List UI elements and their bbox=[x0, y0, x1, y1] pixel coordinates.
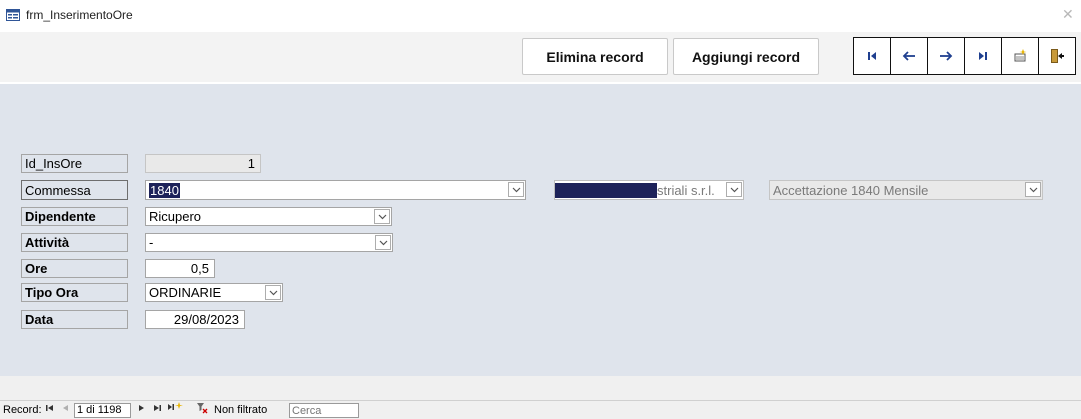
dipendente-combo[interactable]: Ricupero bbox=[145, 207, 392, 226]
chevron-down-icon bbox=[378, 214, 386, 219]
commessa-value: 1840 bbox=[149, 182, 180, 198]
attivita-value: - bbox=[149, 235, 154, 250]
dipendente-label: Dipendente bbox=[21, 207, 128, 226]
window-title: frm_InserimentoOre bbox=[26, 8, 133, 22]
tipo-ora-label: Tipo Ora bbox=[21, 283, 128, 302]
tipo-ora-value: ORDINARIE bbox=[149, 285, 222, 300]
record-navigation-bar: Record: 1 di 1198 Non filtrato bbox=[0, 400, 1081, 419]
cliente-combo[interactable]: striali s.r.l. bbox=[554, 180, 744, 200]
current-record-field[interactable]: 1 di 1198 bbox=[74, 403, 131, 418]
commessa-label: Commessa bbox=[21, 180, 128, 200]
previous-record-icon bbox=[902, 51, 915, 61]
form-icon bbox=[6, 9, 20, 21]
commessa-dropdown-button[interactable] bbox=[508, 182, 524, 197]
next-record-icon[interactable] bbox=[138, 403, 145, 416]
record-navigation bbox=[853, 37, 1076, 75]
dipendente-value: Ricupero bbox=[149, 209, 202, 224]
first-record-icon[interactable] bbox=[45, 403, 54, 416]
chevron-down-icon bbox=[1029, 187, 1037, 192]
dipendente-dropdown-button[interactable] bbox=[374, 209, 390, 224]
last-record-button[interactable] bbox=[965, 38, 1002, 74]
ore-label: Ore bbox=[21, 259, 128, 278]
exit-button[interactable] bbox=[1039, 38, 1075, 74]
descrizione-value: Accettazione 1840 Mensile bbox=[773, 182, 929, 198]
tipo-ora-dropdown-button[interactable] bbox=[265, 285, 281, 300]
add-record-button[interactable]: Aggiungi record bbox=[673, 38, 819, 75]
new-record-button[interactable] bbox=[1002, 38, 1039, 74]
cliente-value: striali s.r.l. bbox=[657, 182, 715, 198]
title-bar bbox=[0, 0, 1081, 32]
attivita-label: Attività bbox=[21, 233, 128, 252]
record-label: Record: bbox=[3, 404, 42, 416]
exit-icon bbox=[1051, 49, 1064, 63]
id-field: 1 bbox=[145, 154, 261, 173]
new-record-icon bbox=[1014, 49, 1027, 62]
ore-field[interactable]: 0,5 bbox=[145, 259, 215, 278]
delete-record-button[interactable]: Elimina record bbox=[522, 38, 668, 75]
new-record-icon[interactable] bbox=[167, 402, 183, 417]
first-record-button[interactable] bbox=[854, 38, 891, 74]
descrizione-dropdown-button[interactable] bbox=[1025, 182, 1041, 197]
previous-record-button[interactable] bbox=[891, 38, 928, 74]
next-record-icon bbox=[940, 51, 953, 61]
data-label: Data bbox=[21, 310, 128, 329]
commessa-combo[interactable]: 1840 bbox=[145, 180, 526, 200]
chevron-down-icon bbox=[512, 187, 520, 192]
previous-record-icon[interactable] bbox=[62, 403, 69, 416]
redacted-block bbox=[555, 182, 657, 198]
chevron-down-icon bbox=[730, 187, 738, 192]
form-detail bbox=[0, 84, 1081, 376]
chevron-down-icon bbox=[269, 290, 277, 295]
form-footer bbox=[0, 376, 1081, 400]
last-record-icon[interactable] bbox=[153, 403, 162, 416]
search-input[interactable] bbox=[289, 403, 359, 418]
tipo-ora-combo[interactable]: ORDINARIE bbox=[145, 283, 283, 302]
last-record-icon bbox=[979, 52, 987, 60]
close-icon[interactable]: ✕ bbox=[1062, 6, 1074, 23]
filter-icon bbox=[197, 403, 208, 417]
attivita-combo[interactable]: - bbox=[145, 233, 393, 252]
descrizione-combo[interactable]: Accettazione 1840 Mensile bbox=[769, 180, 1043, 200]
attivita-dropdown-button[interactable] bbox=[375, 235, 391, 250]
filter-status[interactable]: Non filtrato bbox=[214, 404, 267, 416]
id-label: Id_InsOre bbox=[21, 154, 128, 173]
cliente-dropdown-button[interactable] bbox=[726, 182, 742, 197]
first-record-icon bbox=[868, 52, 876, 60]
data-field[interactable]: 29/08/2023 bbox=[145, 310, 245, 329]
next-record-button[interactable] bbox=[928, 38, 965, 74]
chevron-down-icon bbox=[379, 240, 387, 245]
